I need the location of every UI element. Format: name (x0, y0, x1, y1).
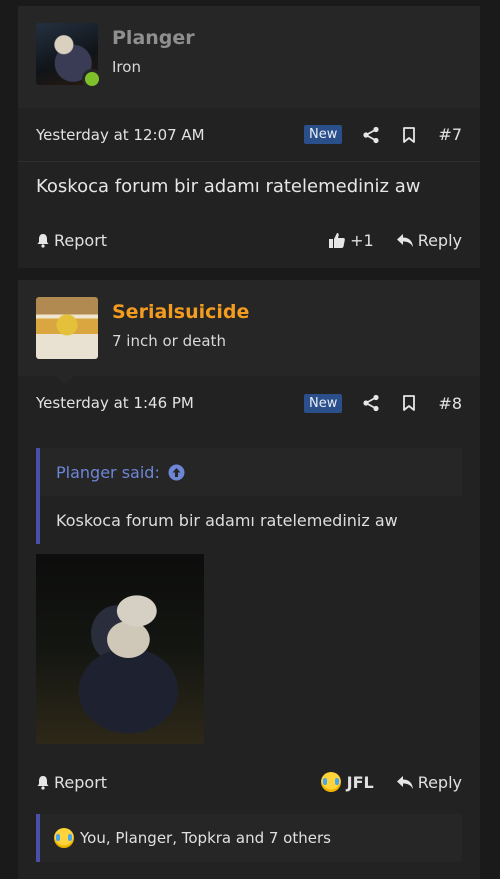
report-label: Report (54, 230, 108, 250)
message-text: Koskoca forum bir adamı ratelemediniz aw (36, 176, 421, 197)
username[interactable]: Serialsuicide (112, 301, 249, 323)
quote-text: Koskoca forum bir adamı ratelemediniz aw (40, 496, 462, 544)
quote-author-label[interactable]: Planger said: (56, 463, 160, 482)
post-8: Serialsuicide 7 inch or death Yesterday … (18, 280, 480, 879)
share-icon[interactable] (362, 394, 380, 412)
bell-icon (37, 233, 49, 248)
report-label: Report (54, 772, 108, 792)
user-row: Planger Iron (36, 23, 462, 89)
message-body: Koskoca forum bir adamı ratelemediniz aw (18, 162, 480, 220)
reaction-label: JFL (346, 772, 374, 792)
post-actions: Report +1 Reply (18, 220, 480, 260)
reply-icon (396, 775, 413, 789)
crying-laughing-emoji-icon (54, 828, 74, 848)
attached-image[interactable] (36, 554, 204, 744)
share-icon[interactable] (362, 126, 380, 144)
post-meta: Yesterday at 12:07 AM New #7 (18, 108, 480, 162)
crying-laughing-emoji-icon (320, 772, 341, 792)
report-button[interactable]: Report (36, 231, 107, 250)
post-7: Planger Iron Yesterday at 12:07 AM New #… (18, 6, 480, 268)
user-title: Iron (112, 58, 141, 76)
header-pointer (56, 376, 74, 384)
post-actions: Report JFL Reply (18, 762, 480, 802)
username[interactable]: Planger (112, 27, 195, 49)
avatar[interactable] (36, 23, 102, 89)
react-button[interactable]: JFL (320, 772, 374, 792)
user-row: Serialsuicide 7 inch or death (36, 297, 462, 359)
report-button[interactable]: Report (36, 773, 107, 792)
avatar[interactable] (36, 297, 98, 359)
user-info: Planger Iron (112, 23, 195, 76)
reply-label: Reply (417, 772, 462, 792)
bookmark-icon[interactable] (400, 126, 418, 144)
reaction-label: +1 (350, 230, 374, 250)
reply-button[interactable]: Reply (396, 231, 462, 250)
post-timestamp[interactable]: Yesterday at 1:46 PM (36, 394, 194, 412)
post-header: Serialsuicide 7 inch or death (18, 280, 480, 384)
online-status-icon (82, 69, 102, 89)
user-info: Serialsuicide 7 inch or death (112, 297, 249, 350)
reply-icon (396, 233, 413, 247)
user-title: 7 inch or death (112, 332, 226, 350)
reactions-summary[interactable]: You, Planger, Topkra and 7 others (36, 814, 462, 862)
new-badge: New (304, 393, 343, 413)
reactions-summary-text[interactable]: You, Planger, Topkra and 7 others (80, 829, 331, 847)
arrow-up-circle-icon[interactable] (168, 464, 185, 481)
reply-button[interactable]: Reply (396, 773, 462, 792)
quote-author[interactable]: Planger said: (40, 448, 462, 496)
new-badge: New (304, 125, 343, 144)
thumbs-up-icon (329, 233, 345, 248)
bookmark-icon[interactable] (400, 394, 418, 412)
post-number[interactable]: #7 (438, 125, 462, 144)
post-meta: Yesterday at 1:46 PM New #8 (18, 376, 480, 430)
like-button[interactable]: +1 (328, 231, 374, 250)
bell-icon (37, 775, 49, 790)
post-header: Planger Iron (18, 6, 480, 108)
quote-block: Planger said: Koskoca forum bir adamı ra… (36, 448, 462, 544)
reply-label: Reply (417, 230, 462, 250)
post-timestamp[interactable]: Yesterday at 12:07 AM (36, 126, 205, 144)
post-number[interactable]: #8 (438, 394, 462, 413)
